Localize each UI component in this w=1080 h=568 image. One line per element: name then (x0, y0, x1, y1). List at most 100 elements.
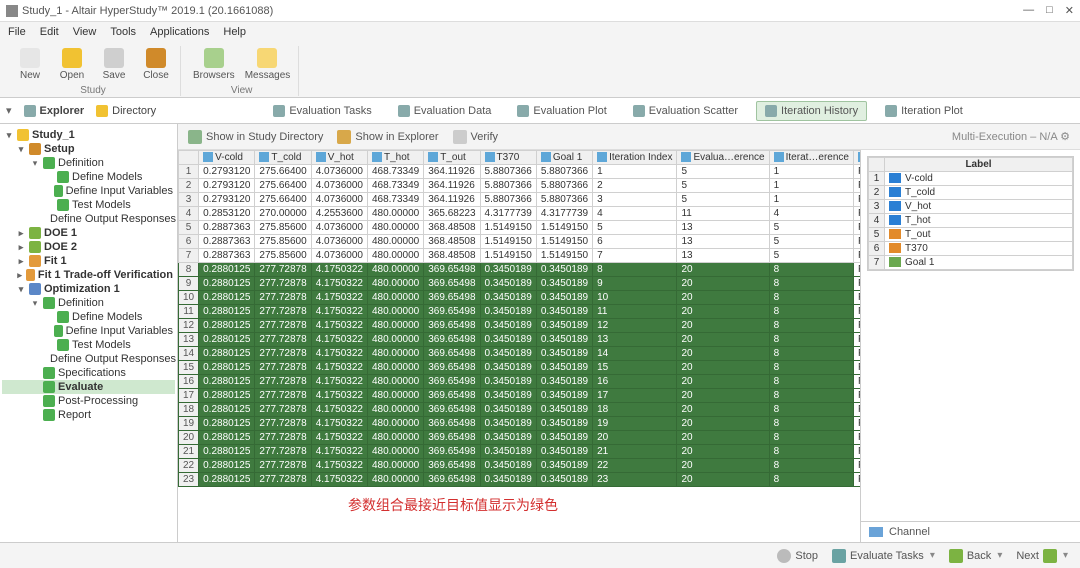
table-row[interactable]: 220.2880125277.728784.1750322480.0000036… (179, 459, 861, 473)
close-button[interactable]: ✕ (1065, 4, 1074, 17)
table-row[interactable]: 10.2793120275.664004.0736000468.73349364… (179, 165, 861, 179)
tree-specifications[interactable]: Specifications (2, 366, 175, 380)
tree-study_1[interactable]: ▾Study_1 (2, 128, 175, 142)
collapse-tree-icon[interactable]: ▾ (6, 104, 12, 117)
tab-iteration-history[interactable]: Iteration History (756, 101, 867, 121)
tab-evaluation-scatter[interactable]: Evaluation Scatter (625, 102, 746, 120)
show-explorer-button[interactable]: Show in Explorer (337, 130, 438, 144)
table-row[interactable]: 210.2880125277.728784.1750322480.0000036… (179, 445, 861, 459)
tree-optimization-1[interactable]: ▾Optimization 1 (2, 282, 175, 296)
twisty-icon[interactable]: ▾ (4, 130, 14, 141)
table-row[interactable]: 190.2880125277.728784.1750322480.0000036… (179, 417, 861, 431)
table-row[interactable]: 30.2793120275.664004.0736000468.73349364… (179, 193, 861, 207)
label-row[interactable]: 2T_cold (869, 186, 1073, 200)
menu-tools[interactable]: Tools (110, 26, 136, 38)
table-row[interactable]: 130.2880125277.728784.1750322480.0000036… (179, 333, 861, 347)
table-row[interactable]: 120.2880125277.728784.1750322480.0000036… (179, 319, 861, 333)
table-row[interactable]: 80.2880125277.728784.1750322480.00000369… (179, 263, 861, 277)
label-row[interactable]: 6T370 (869, 242, 1073, 256)
tree-doe-1[interactable]: ▸DOE 1 (2, 226, 175, 240)
save-button[interactable]: Save (96, 46, 132, 83)
tree-evaluate[interactable]: Evaluate (2, 380, 175, 394)
browsers-button[interactable]: Browsers (191, 46, 237, 83)
tree-fit-1[interactable]: ▸Fit 1 (2, 254, 175, 268)
col-v-hot[interactable]: V_hot (311, 151, 367, 165)
twisty-icon[interactable]: ▸ (16, 228, 26, 239)
tree-define-input-variables[interactable]: Define Input Variables (2, 184, 175, 198)
tree-test-models[interactable]: Test Models (2, 198, 175, 212)
evaluate-tasks-button[interactable]: Evaluate Tasks▾ (832, 549, 935, 563)
tab-explorer[interactable]: Explorer (24, 105, 85, 117)
tab-evaluation-data[interactable]: Evaluation Data (390, 102, 500, 120)
open-button[interactable]: Open (54, 46, 90, 83)
menu-view[interactable]: View (73, 26, 97, 38)
label-row[interactable]: 5T_out (869, 228, 1073, 242)
col-goal-1[interactable]: Goal 1 (536, 151, 592, 165)
tree-post-processing[interactable]: Post-Processing (2, 394, 175, 408)
channel-tab[interactable]: Channel (861, 521, 1080, 542)
tree-definition[interactable]: ▾Definition (2, 296, 175, 310)
verify-button[interactable]: Verify (453, 130, 499, 144)
tree-doe-2[interactable]: ▸DOE 2 (2, 240, 175, 254)
tab-evaluation-plot[interactable]: Evaluation Plot (509, 102, 614, 120)
col-t-hot[interactable]: T_hot (367, 151, 423, 165)
tab-evaluation-tasks[interactable]: Evaluation Tasks (265, 102, 379, 120)
col-iteration-index[interactable]: Iteration Index (593, 151, 677, 165)
menu-applications[interactable]: Applications (150, 26, 209, 38)
new-button[interactable]: New (12, 46, 48, 83)
tree-setup[interactable]: ▾Setup (2, 142, 175, 156)
table-row[interactable]: 40.2853120270.000004.2553600480.00000365… (179, 207, 861, 221)
show-study-dir-button[interactable]: Show in Study Directory (188, 130, 323, 144)
table-row[interactable]: 90.2880125277.728784.1750322480.00000369… (179, 277, 861, 291)
close-button[interactable]: Close (138, 46, 174, 83)
tab-directory[interactable]: Directory (96, 105, 156, 117)
menu-help[interactable]: Help (223, 26, 246, 38)
table-row[interactable]: 230.2880125277.728784.1750322480.0000036… (179, 473, 861, 487)
menu-edit[interactable]: Edit (40, 26, 59, 38)
label-row[interactable]: 1V-cold (869, 172, 1073, 186)
tree-define-input-variables[interactable]: Define Input Variables (2, 324, 175, 338)
maximize-button[interactable]: □ (1046, 4, 1053, 17)
tab-iteration-plot[interactable]: Iteration Plot (877, 102, 971, 120)
col-evalua-erence[interactable]: Evalua…erence (677, 151, 769, 165)
twisty-icon[interactable]: ▾ (16, 144, 26, 155)
tree-define-models[interactable]: Define Models (2, 170, 175, 184)
table-row[interactable]: 20.2793120275.664004.0736000468.73349364… (179, 179, 861, 193)
tree-report[interactable]: Report (2, 408, 175, 422)
multi-execution-status[interactable]: Multi-Execution – N/A ⚙ (952, 130, 1070, 143)
tree-test-models[interactable]: Test Models (2, 338, 175, 352)
twisty-icon[interactable]: ▸ (16, 242, 26, 253)
table-row[interactable]: 150.2880125277.728784.1750322480.0000036… (179, 361, 861, 375)
tree-definition[interactable]: ▾Definition (2, 156, 175, 170)
table-row[interactable]: 110.2880125277.728784.1750322480.0000036… (179, 305, 861, 319)
study-tree[interactable]: ▾Study_1▾Setup▾DefinitionDefine ModelsDe… (0, 124, 178, 542)
col-t-cold[interactable]: T_cold (255, 151, 311, 165)
table-row[interactable]: 170.2880125277.728784.1750322480.0000036… (179, 389, 861, 403)
col-t-out[interactable]: T_out (424, 151, 480, 165)
col-v-cold[interactable]: V-cold (199, 151, 255, 165)
table-row[interactable]: 100.2880125277.728784.1750322480.0000036… (179, 291, 861, 305)
label-row[interactable]: 3V_hot (869, 200, 1073, 214)
tree-define-output-responses[interactable]: Define Output Responses (2, 352, 175, 366)
table-row[interactable]: 160.2880125277.728784.1750322480.0000036… (179, 375, 861, 389)
col-iterat-erence[interactable]: Iterat…erence (769, 151, 853, 165)
menu-file[interactable]: File (8, 26, 26, 38)
tree-fit-1-trade-off-verification[interactable]: ▸Fit 1 Trade-off Verification (2, 268, 175, 282)
table-row[interactable]: 180.2880125277.728784.1750322480.0000036… (179, 403, 861, 417)
col-t370[interactable]: T370 (480, 151, 536, 165)
table-row[interactable]: 70.2887363275.856004.0736000480.00000368… (179, 249, 861, 263)
twisty-icon[interactable]: ▾ (30, 158, 40, 169)
back-button[interactable]: Back▾ (949, 549, 1003, 563)
iteration-history-table[interactable]: V-coldT_coldV_hotT_hotT_outT370Goal 1Ite… (178, 150, 860, 542)
table-row[interactable]: 50.2887363275.856004.0736000480.00000368… (179, 221, 861, 235)
tree-define-output-responses[interactable]: Define Output Responses (2, 212, 175, 226)
messages-button[interactable]: Messages (243, 46, 293, 83)
label-row[interactable]: 7Goal 1 (869, 256, 1073, 270)
twisty-icon[interactable]: ▸ (16, 270, 23, 281)
table-row[interactable]: 140.2880125277.728784.1750322480.0000036… (179, 347, 861, 361)
stop-button[interactable]: Stop (777, 549, 818, 563)
label-row[interactable]: 4T_hot (869, 214, 1073, 228)
twisty-icon[interactable]: ▸ (16, 256, 26, 267)
twisty-icon[interactable]: ▾ (30, 298, 40, 309)
twisty-icon[interactable]: ▾ (16, 284, 26, 295)
